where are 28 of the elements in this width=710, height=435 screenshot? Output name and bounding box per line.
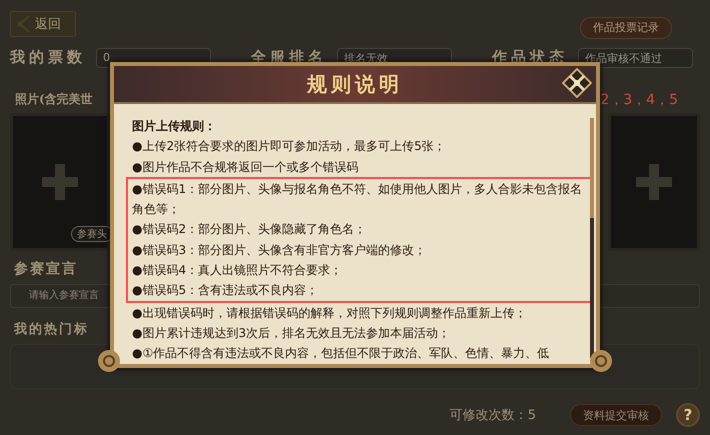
rule-text: ●错误码1：部分图片、头像与报名角色不符、如使用他人图片，多人合影未包含报名角色等； [132,180,584,218]
rule-text: ●出现错误码时，请根据错误码的解释，对照下列规则调整作品重新上传； [132,304,528,322]
plus-icon [42,164,78,200]
edits-left-text: 可修改次数：5 [450,407,536,424]
dialog-title: 规则说明 [307,70,403,98]
stat-label: 我的票数 [10,48,86,68]
declaration-label: 参赛宣言 [13,260,78,278]
photos-label: 照片(含完美世 [14,91,93,108]
help-button[interactable]: ? [676,403,700,427]
rules-heading: 图片上传规则： [132,118,217,135]
rule-text: ●图片累计违规达到3次后，排名无效且无法参加本届活动； [132,324,452,342]
tags-label: 我的热门标 [12,320,89,338]
rule-text: ●①作品不得含有违法或不良内容，包括但不限于政治、军队、色情、暴力、低 [132,345,550,362]
vote-record-button[interactable]: 作品投票记录 [580,16,672,39]
photo-slot[interactable]: 参赛头 [10,113,110,252]
slot-numbers: 2，3，4，5 [600,90,679,108]
rule-text: ●错误码4：真人出镜照片不符合要求； [132,262,344,280]
avatar-tag: 参赛头 [71,226,113,242]
rule-text: ●错误码5：含有违法或不良内容； [132,282,320,300]
back-button[interactable]: 返回 [10,10,76,37]
rule-text: ●错误码3：部分图片、头像含有非官方客户端的修改； [132,242,428,259]
close-button[interactable] [562,68,592,98]
rule-text: ●上传2张符合要求的图片即可参加活动，最多可上传5张； [132,138,447,156]
rule-text: ●错误码2：部分图片、头像隐藏了角色名； [132,221,368,238]
scrollbar[interactable] [590,118,594,358]
plus-icon [636,164,672,200]
rule-text: ●图片作品不合规将返回一个或多个错误码 [132,158,360,176]
submit-button[interactable]: 资料提交审核 [570,404,662,426]
